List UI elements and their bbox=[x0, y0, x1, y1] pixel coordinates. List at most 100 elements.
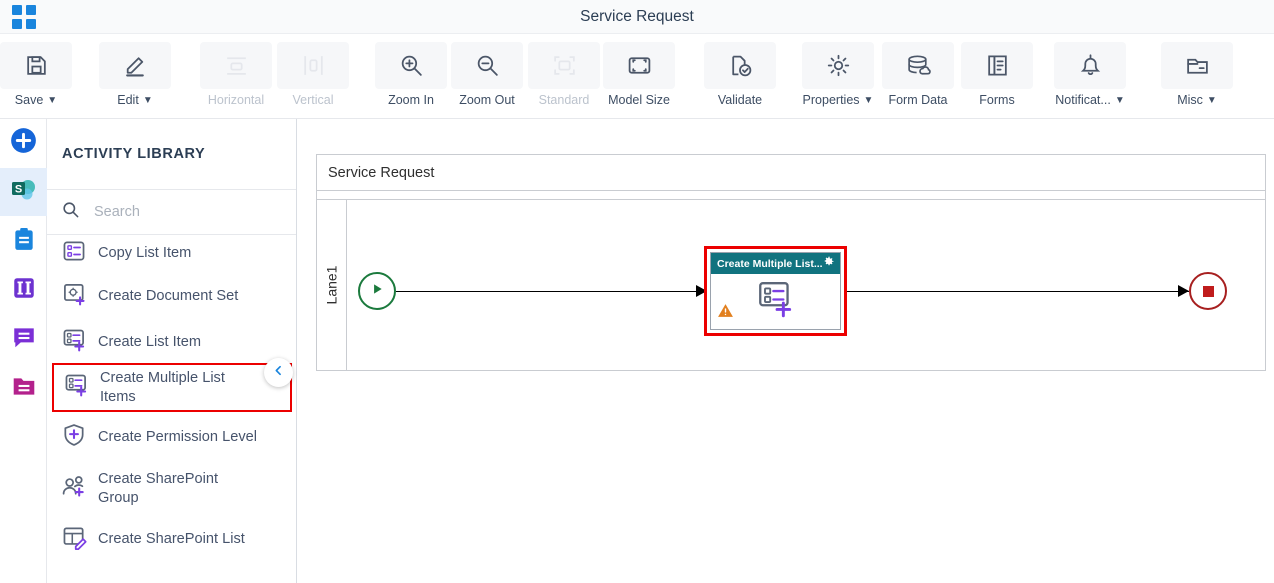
rail-item-columns[interactable] bbox=[0, 266, 47, 314]
toolbar-button-label: Standard bbox=[538, 93, 590, 107]
toolbar-button-label: Zoom Out bbox=[459, 93, 515, 107]
create-multiple-list-items-icon bbox=[755, 279, 797, 326]
toolbar-button-label: Form Data bbox=[888, 93, 948, 107]
pool-band bbox=[317, 191, 1265, 200]
left-icon-rail: S bbox=[0, 119, 47, 583]
lane-label-text: Lane1 bbox=[323, 265, 340, 305]
toolbar-button-label: Misc ▼ bbox=[1177, 93, 1217, 107]
activity-node-title: Create Multiple List... bbox=[717, 257, 822, 270]
toolbar-button-label: Zoom In bbox=[388, 93, 434, 107]
copy-list-item-icon bbox=[61, 238, 87, 269]
toolbar-button-notificat[interactable]: Notificat... ▼ bbox=[1054, 42, 1126, 107]
activity-item-create-sharepoint-list[interactable]: Create SharePoint List bbox=[52, 514, 292, 565]
gear-icon[interactable] bbox=[822, 255, 835, 273]
clipboard-icon bbox=[11, 226, 37, 257]
toolbar-button-misc[interactable]: Misc ▼ bbox=[1161, 42, 1233, 107]
pool-title: Service Request bbox=[317, 155, 1265, 191]
toolbar-button-label: Forms bbox=[979, 93, 1015, 107]
toolbar-button-label: Edit ▼ bbox=[117, 93, 153, 107]
toolbar-button-forms[interactable]: Forms bbox=[961, 42, 1033, 107]
vertical-icon bbox=[277, 42, 349, 89]
toolbar-button-zoom-out[interactable]: Zoom Out bbox=[451, 42, 523, 107]
toolbar-button-save[interactable]: Save ▼ bbox=[0, 42, 72, 107]
activity-item-label: Create Document Set bbox=[98, 288, 239, 304]
activity-item-label: Copy List Item bbox=[98, 244, 192, 261]
activity-node-create-multiple-list-items[interactable]: Create Multiple List... bbox=[704, 246, 847, 336]
chevron-down-icon: ▼ bbox=[142, 95, 153, 106]
activity-library-title: ACTIVITY LIBRARY bbox=[47, 119, 296, 190]
create-sharepoint-list-icon bbox=[61, 524, 87, 555]
activity-item-create-list-item[interactable]: Create List Item bbox=[52, 322, 292, 363]
database-icon bbox=[882, 42, 954, 89]
create-list-item-icon bbox=[61, 327, 87, 358]
toolbar-button-validate[interactable]: Validate bbox=[704, 42, 776, 107]
rail-item-add[interactable] bbox=[0, 119, 47, 167]
connector-start-to-activity bbox=[396, 291, 706, 292]
activity-list: Copy List Item Create Document Set Creat… bbox=[47, 235, 296, 583]
add-icon bbox=[10, 127, 37, 159]
search-icon bbox=[61, 200, 80, 224]
activity-node-header: Create Multiple List... bbox=[711, 253, 840, 274]
rail-item-sharepoint[interactable]: S bbox=[0, 168, 47, 216]
activity-node-inner: Create Multiple List... bbox=[710, 252, 841, 330]
workflow-canvas[interactable]: Service Request Lane1 bbox=[297, 119, 1274, 583]
search-input[interactable] bbox=[92, 203, 272, 221]
folder-list-icon bbox=[11, 373, 37, 404]
toolbar-button-properties[interactable]: Properties ▼ bbox=[802, 42, 874, 107]
stop-icon bbox=[1202, 285, 1214, 297]
toolbar-button-label: Model Size bbox=[608, 93, 670, 107]
rail-item-chat[interactable] bbox=[0, 315, 47, 363]
zoom-out-icon bbox=[451, 42, 523, 89]
toolbar-button-edit[interactable]: Edit ▼ bbox=[99, 42, 171, 107]
title-bar: Service Request bbox=[0, 0, 1274, 34]
horizontal-icon bbox=[200, 42, 272, 89]
forms-icon bbox=[961, 42, 1033, 89]
activity-item-create-permission-level[interactable]: Create Permission Level bbox=[52, 412, 292, 463]
lane-label: Lane1 bbox=[317, 200, 347, 370]
toolbar-button-form-data[interactable]: Form Data bbox=[882, 42, 954, 107]
activity-item-label: Create List Item bbox=[98, 334, 202, 350]
zoom-in-icon bbox=[375, 42, 447, 89]
pencil-icon bbox=[99, 42, 171, 89]
toolbar-button-label: Properties ▼ bbox=[802, 93, 874, 107]
gear-icon bbox=[802, 42, 874, 89]
toolbar-button-label: Notificat... ▼ bbox=[1055, 93, 1125, 107]
activity-item-label: Create SharePoint Group bbox=[98, 470, 219, 506]
play-icon bbox=[370, 282, 384, 301]
toolbar-button-horizontal: Horizontal bbox=[200, 42, 272, 107]
activity-item-create-multiple-list-items[interactable]: Create Multiple List Items bbox=[52, 363, 292, 412]
activity-library-panel: ACTIVITY LIBRARY Copy List Item Create D… bbox=[47, 119, 297, 583]
svg-text:S: S bbox=[14, 183, 21, 195]
chevron-down-icon: ▼ bbox=[47, 95, 58, 106]
page-title: Service Request bbox=[580, 8, 694, 25]
ribbon-toolbar: Save ▼ Edit ▼ Horizontal Vertical Zoom In … bbox=[0, 34, 1274, 119]
chat-icon bbox=[11, 324, 37, 355]
rail-item-folder-list[interactable] bbox=[0, 364, 47, 412]
chevron-down-icon: ▼ bbox=[863, 95, 874, 106]
arrowhead-end-in bbox=[1178, 285, 1189, 297]
model-size-icon bbox=[603, 42, 675, 89]
standard-icon bbox=[528, 42, 600, 89]
rail-item-clipboard[interactable] bbox=[0, 217, 47, 265]
activity-item-create-sharepoint-group[interactable]: Create SharePoint Group bbox=[52, 463, 292, 514]
bell-icon bbox=[1054, 42, 1126, 89]
connector-activity-to-end bbox=[847, 291, 1189, 292]
end-event[interactable] bbox=[1189, 272, 1227, 310]
toolbar-button-label: Vertical bbox=[292, 93, 334, 107]
sharepoint-icon: S bbox=[10, 176, 38, 209]
create-permission-level-icon bbox=[61, 422, 87, 453]
create-multiple-list-items-icon bbox=[63, 372, 89, 403]
create-sharepoint-group-icon bbox=[61, 473, 87, 504]
toolbar-button-model-size[interactable]: Model Size bbox=[603, 42, 675, 107]
search-row[interactable] bbox=[47, 190, 296, 235]
chevron-left-icon bbox=[272, 364, 285, 382]
activity-item-label: Create Multiple List Items bbox=[100, 369, 225, 405]
activity-item-copy-list-item[interactable]: Copy List Item bbox=[52, 235, 292, 271]
toolbar-button-zoom-in[interactable]: Zoom In bbox=[375, 42, 447, 107]
warning-icon bbox=[717, 302, 734, 324]
start-event[interactable] bbox=[358, 272, 396, 310]
create-document-set-icon bbox=[61, 281, 87, 312]
activity-item-create-document-set[interactable]: Create Document Set bbox=[52, 271, 292, 322]
collapse-panel-button[interactable] bbox=[264, 358, 293, 387]
columns-icon bbox=[11, 275, 37, 306]
